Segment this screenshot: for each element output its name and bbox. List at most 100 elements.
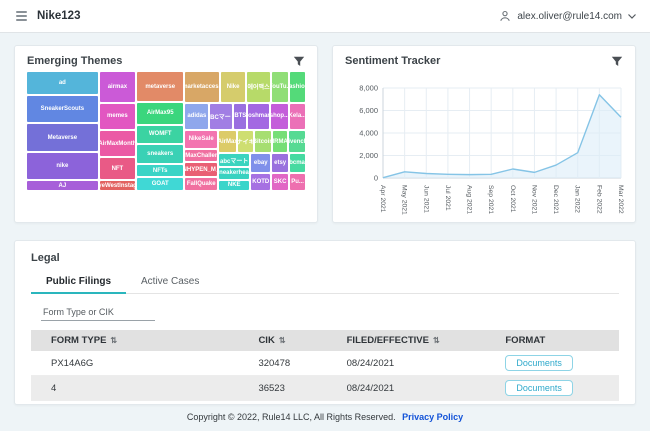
treemap-group: ebayetsyabcmart: [251, 154, 305, 171]
treemap-tile[interactable]: ABCマート: [210, 104, 232, 129]
treemap-tile[interactable]: YouTu...: [272, 72, 289, 102]
tab-active-cases[interactable]: Active Cases: [126, 272, 214, 293]
svg-text:Feb 2022: Feb 2022: [595, 185, 602, 214]
treemap-tile[interactable]: airmax: [100, 72, 135, 102]
treemap-tile[interactable]: Metaverse: [27, 124, 98, 150]
treemap-tile[interactable]: marketaccess: [185, 72, 219, 102]
sentiment-tracker-title: Sentiment Tracker: [345, 55, 440, 67]
treemap-tile[interactable]: abcマート: [219, 154, 249, 165]
treemap-tile[interactable]: memes: [100, 104, 135, 129]
cell-form-type: 4: [31, 376, 254, 401]
filings-table: FORM TYPE⇅ CIK⇅ FILED/EFFECTIVE⇅ FORMAT: [31, 330, 619, 405]
treemap-tile[interactable]: FallQuake: [185, 178, 217, 190]
form-type-cik-input[interactable]: [41, 304, 155, 321]
svg-text:May 2021: May 2021: [401, 185, 408, 215]
filings-table-header-row: FORM TYPE⇅ CIK⇅ FILED/EFFECTIVE⇅ FORMAT: [31, 330, 619, 351]
treemap-tile[interactable]: Nike: [221, 72, 246, 102]
treemap-tile[interactable]: SKC: [272, 174, 288, 190]
cell-filed: 08/24/2021: [343, 376, 502, 401]
treemap-tile[interactable]: Givenchy: [289, 131, 305, 153]
treemap-tile[interactable]: nike: [27, 153, 98, 179]
treemap-tile[interactable]: NFT: [100, 158, 135, 179]
treemap-tile[interactable]: AJ: [27, 181, 98, 190]
col-header-cik[interactable]: CIK⇅: [254, 330, 342, 351]
treemap-tile[interactable]: adidas: [185, 104, 208, 129]
treemap-tile[interactable]: ebay: [251, 154, 270, 171]
table-row: PX14A6G 320478 08/24/2021 Documents: [31, 351, 619, 376]
treemap-group: AirMaxナイキBitcoinAIRMAXGivenchyabcマートsnea…: [219, 131, 305, 190]
treemap-tile[interactable]: WOMFT: [137, 126, 183, 143]
svg-text:0: 0: [374, 174, 378, 183]
menu-icon[interactable]: [14, 9, 29, 23]
legal-tabs: Public Filings Active Cases: [31, 272, 619, 294]
privacy-policy-link[interactable]: Privacy Policy: [402, 412, 463, 422]
svg-text:6,000: 6,000: [359, 106, 378, 115]
treemap-tile[interactable]: Kela...: [290, 104, 305, 129]
treemap-group: KOTDSKCPu...: [251, 174, 305, 190]
documents-button[interactable]: Documents: [505, 355, 573, 371]
treemap-tile[interactable]: AIRMAX: [273, 131, 288, 153]
themes-treemap: adSneakerScoutsMetaverse nike AJ airmaxmeme…: [27, 72, 305, 190]
treemap-tile[interactable]: AirMax: [219, 131, 236, 153]
treemap-tile[interactable]: NKE: [219, 181, 249, 190]
svg-text:Jul 2021: Jul 2021: [444, 185, 451, 211]
treemap-tile[interactable]: AirMaxMonth: [100, 131, 135, 156]
treemap-group: AirMaxナイキBitcoinAIRMAXGivenchy: [219, 131, 305, 153]
sentiment-tracker-panel: Sentiment Tracker 02,0004,0006,0008,000A…: [332, 45, 636, 223]
treemap-tile[interactable]: abcmart: [290, 154, 305, 171]
col-header-filed-effective[interactable]: FILED/EFFECTIVE⇅: [343, 330, 502, 351]
treemap-tile[interactable]: sneakerhead: [219, 168, 249, 179]
svg-text:Jan 2022: Jan 2022: [574, 185, 581, 213]
treemap-tile[interactable]: shop...: [271, 104, 287, 129]
emerging-themes-panel: Emerging Themes adSneakerScoutsMetaverse…: [14, 45, 318, 223]
svg-text:8,000: 8,000: [359, 84, 378, 93]
cell-cik: 320478: [254, 351, 342, 376]
treemap-group: NikeSale AirMaxChallengeENHYPEN_M_G FallQu…: [185, 131, 217, 190]
treemap-tile[interactable]: fashion: [290, 72, 305, 102]
copyright-text: Copyright © 2022, Rule14 LLC, All Rights…: [187, 412, 396, 422]
svg-text:Jun 2021: Jun 2021: [422, 185, 429, 213]
page-footer: Copyright © 2022, Rule14 LLC, All Rights…: [0, 405, 650, 431]
treemap-tile[interactable]: 에어맥스: [247, 72, 269, 102]
emerging-themes-title: Emerging Themes: [27, 55, 122, 67]
treemap-tile[interactable]: KanyeWestInstagram: [100, 181, 135, 190]
treemap-tile[interactable]: NFTs: [137, 165, 183, 176]
treemap-tile[interactable]: NikeSale: [185, 131, 217, 148]
tab-public-filings[interactable]: Public Filings: [31, 272, 126, 294]
treemap-group: adidasABCマートBTSposhmarkshop...Kela...: [185, 104, 305, 129]
svg-text:Aug 2021: Aug 2021: [466, 185, 473, 214]
documents-button[interactable]: Documents: [505, 380, 573, 396]
user-menu[interactable]: alex.oliver@rule14.com: [499, 10, 636, 22]
treemap-tile[interactable]: ENHYPEN_M_G: [185, 163, 217, 176]
treemap-tile[interactable]: KOTD: [251, 174, 270, 190]
col-header-form-type[interactable]: FORM TYPE⇅: [31, 330, 254, 351]
legal-title: Legal: [31, 252, 619, 264]
treemap-tile[interactable]: sneakers: [137, 145, 183, 163]
treemap-tile[interactable]: ナイキ: [238, 131, 253, 153]
treemap-tile[interactable]: GOAT: [137, 178, 183, 190]
treemap-tile[interactable]: SneakerScouts: [27, 96, 98, 122]
filter-funnel-icon[interactable]: [293, 56, 305, 67]
treemap-tile[interactable]: BTS: [234, 104, 246, 129]
top-cards-row: Emerging Themes adSneakerScoutsMetaverse…: [14, 45, 636, 223]
treemap-tile[interactable]: AirMax95: [137, 103, 183, 124]
treemap-tile[interactable]: ad: [27, 72, 98, 94]
treemap-group: adSneakerScoutsMetaverse nike AJ: [27, 72, 98, 190]
sort-icon[interactable]: ⇅: [279, 336, 286, 345]
treemap-group: marketaccessNike에어맥스YouTu...fashionadida…: [185, 72, 305, 190]
legal-panel: Legal Public Filings Active Cases FORM T…: [14, 240, 636, 405]
svg-text:Oct 2021: Oct 2021: [509, 185, 516, 213]
treemap-tile[interactable]: Pu...: [290, 174, 305, 190]
treemap-tile[interactable]: AirMaxChallenge: [185, 150, 217, 162]
sort-icon[interactable]: ⇅: [433, 336, 440, 345]
treemap-tile[interactable]: etsy: [272, 154, 288, 171]
sort-icon[interactable]: ⇅: [110, 336, 117, 345]
filter-funnel-icon[interactable]: [611, 56, 623, 67]
treemap-tile[interactable]: poshmark: [248, 104, 269, 129]
svg-text:Sep 2021: Sep 2021: [487, 185, 494, 214]
cell-filed: 08/24/2021: [343, 351, 502, 376]
svg-text:Nov 2021: Nov 2021: [530, 185, 537, 214]
treemap-tile[interactable]: Bitcoin: [255, 131, 271, 153]
treemap-tile[interactable]: metaverse: [137, 72, 183, 101]
treemap-group: marketaccessNike에어맥스YouTu...fashion: [185, 72, 305, 102]
